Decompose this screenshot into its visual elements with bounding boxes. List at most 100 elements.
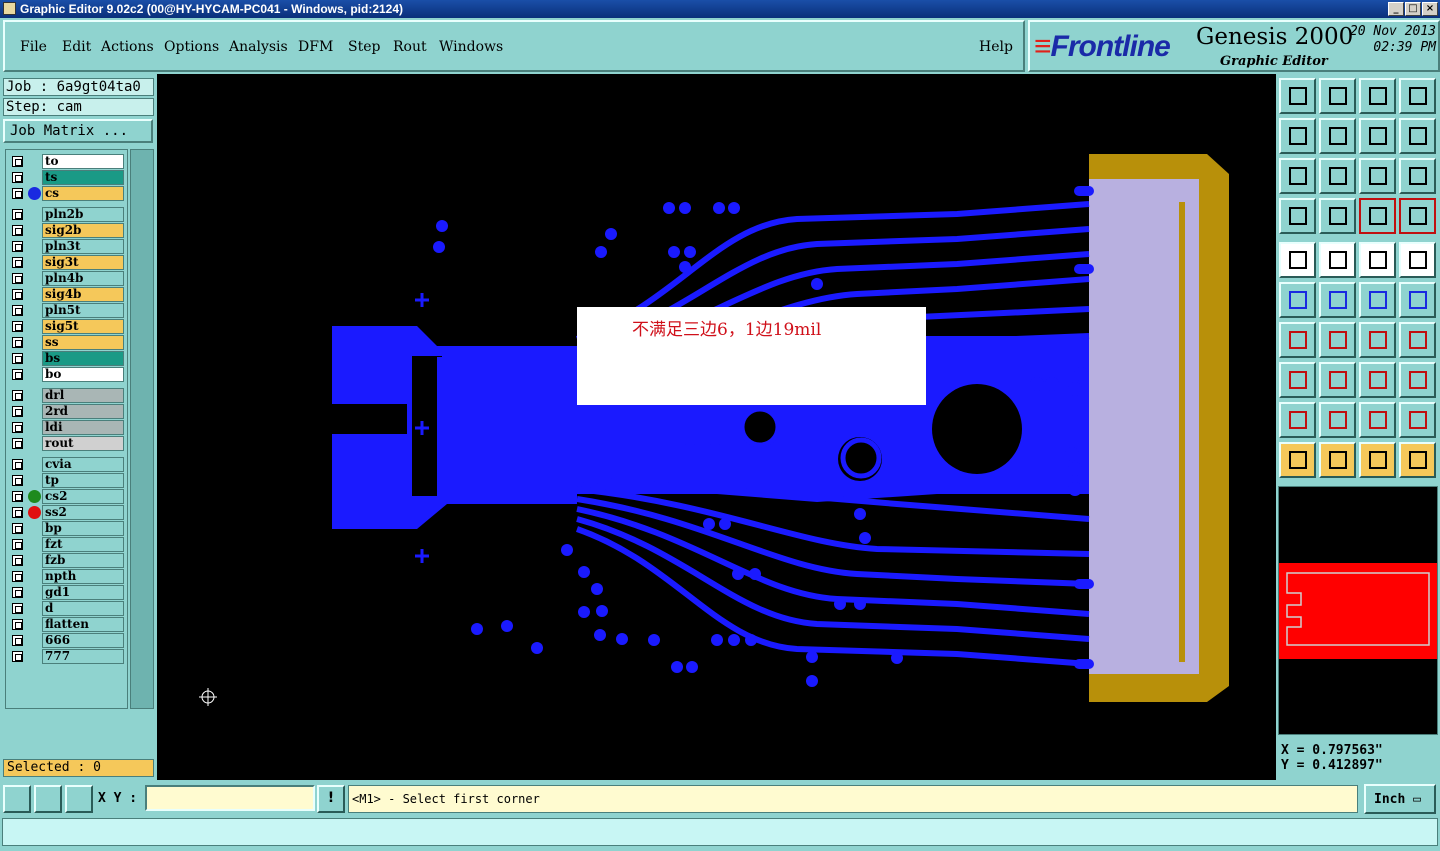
layer-row-flatten[interactable]: flatten <box>8 617 127 632</box>
ruler-tool[interactable] <box>1359 242 1396 278</box>
layer-row-pln3t[interactable]: pln3t <box>8 239 127 254</box>
layer-row-npth[interactable]: npth <box>8 569 127 584</box>
close-button[interactable]: × <box>1422 2 1438 16</box>
copy-tool[interactable] <box>1399 282 1436 318</box>
stretch-tool[interactable] <box>1279 362 1316 398</box>
layer-row-666[interactable]: 666 <box>8 633 127 648</box>
tools-tool[interactable] <box>1279 198 1316 234</box>
layer-row-cs[interactable]: cs <box>8 186 127 201</box>
layer-row-ldi[interactable]: ldi <box>8 420 127 435</box>
select-net-tool[interactable] <box>1399 442 1436 478</box>
pan-left-tool[interactable] <box>1279 118 1316 154</box>
triangle-tool[interactable] <box>1279 402 1316 438</box>
layer-red-tool[interactable] <box>1399 198 1436 234</box>
layer-row-bp[interactable]: bp <box>8 521 127 536</box>
undo-view-tool[interactable] <box>1359 118 1396 154</box>
layer-checkbox[interactable] <box>12 225 23 236</box>
menu-file[interactable]: File <box>20 39 47 55</box>
layer-checkbox[interactable] <box>12 539 23 550</box>
layer-checkbox[interactable] <box>12 172 23 183</box>
layer-checkbox[interactable] <box>12 257 23 268</box>
menu-help[interactable]: Help <box>979 39 1013 55</box>
layer-row-fzt[interactable]: fzt <box>8 537 127 552</box>
menu-dfm[interactable]: DFM <box>298 39 333 55</box>
grid-tool[interactable] <box>1319 198 1356 234</box>
select-tool[interactable] <box>1319 442 1356 478</box>
help-tool[interactable] <box>1399 158 1436 194</box>
layer-row-tp[interactable]: tp <box>8 473 127 488</box>
zoom-home-tool[interactable] <box>1279 78 1316 114</box>
layer-checkbox[interactable] <box>12 459 23 470</box>
layer-checkbox[interactable] <box>12 619 23 630</box>
select-box-tool[interactable] <box>1359 442 1396 478</box>
menu-options[interactable]: Options <box>164 39 219 55</box>
layer-checkbox[interactable] <box>12 571 23 582</box>
menu-rout[interactable]: Rout <box>393 39 427 55</box>
layer-row-d[interactable]: d <box>8 601 127 616</box>
layer-checkbox[interactable] <box>12 241 23 252</box>
graphic-canvas[interactable]: 不满足三边6，1边19mil <box>157 74 1276 780</box>
job-matrix-button[interactable]: Job Matrix ... <box>3 119 153 143</box>
line-tool[interactable] <box>1319 322 1356 358</box>
layer-row-fzb[interactable]: fzb <box>8 553 127 568</box>
layer-checkbox[interactable] <box>12 491 23 502</box>
maximize-button[interactable]: □ <box>1405 2 1421 16</box>
node-tool[interactable] <box>1279 282 1316 318</box>
layer-checkbox[interactable] <box>12 337 23 348</box>
layer-row-2rd[interactable]: 2rd <box>8 404 127 419</box>
overview-map[interactable] <box>1278 486 1438 735</box>
resize-tool[interactable] <box>1359 362 1396 398</box>
zoom-fit-tool[interactable] <box>1399 78 1436 114</box>
layer-checkbox[interactable] <box>12 422 23 433</box>
layer-row-sig5t[interactable]: sig5t <box>8 319 127 334</box>
mirror-tool[interactable] <box>1399 322 1436 358</box>
fill-tool[interactable] <box>1399 362 1436 398</box>
layer-checkbox[interactable] <box>12 289 23 300</box>
pointer-tool[interactable] <box>1279 442 1316 478</box>
layer-row-drl[interactable]: drl <box>8 388 127 403</box>
pan-right-tool[interactable] <box>1319 118 1356 154</box>
layer-row-ss2[interactable]: ss2 <box>8 505 127 520</box>
layer-checkbox[interactable] <box>12 651 23 662</box>
layer-checkbox[interactable] <box>12 475 23 486</box>
layer-row-777[interactable]: 777 <box>8 649 127 664</box>
minimize-button[interactable]: _ <box>1388 2 1404 16</box>
layer-checkbox[interactable] <box>12 273 23 284</box>
layer-row-cs2[interactable]: cs2 <box>8 489 127 504</box>
layer-scrollbar[interactable] <box>130 149 154 709</box>
layer-row-bo[interactable]: bo <box>8 367 127 382</box>
layer-checkbox[interactable] <box>12 603 23 614</box>
zoom-window-button[interactable] <box>3 785 31 813</box>
layer-checkbox[interactable] <box>12 438 23 449</box>
menu-analysis[interactable]: Analysis <box>229 39 288 55</box>
grid-button[interactable] <box>65 785 93 813</box>
alert-button[interactable]: ! <box>317 785 345 813</box>
layer-row-sig2b[interactable]: sig2b <box>8 223 127 238</box>
menu-edit[interactable]: Edit <box>62 39 91 55</box>
feature-tool[interactable] <box>1279 242 1316 278</box>
layer-row-rout[interactable]: rout <box>8 436 127 451</box>
layer-checkbox[interactable] <box>12 635 23 646</box>
unit-selector[interactable]: Inch ▭ <box>1364 784 1436 814</box>
arc-tool[interactable] <box>1319 402 1356 438</box>
move-tool[interactable] <box>1359 282 1396 318</box>
layer-row-ts[interactable]: ts <box>8 170 127 185</box>
layer-checkbox[interactable] <box>12 209 23 220</box>
xy-input[interactable] <box>145 785 315 811</box>
layer-row-gd1[interactable]: gd1 <box>8 585 127 600</box>
zoom-extents-tool[interactable] <box>1279 158 1316 194</box>
layer-checkbox[interactable] <box>12 369 23 380</box>
menu-actions[interactable]: Actions <box>101 39 154 55</box>
dash-tool[interactable] <box>1319 362 1356 398</box>
zoom-in-tool[interactable] <box>1319 78 1356 114</box>
layer-checkbox[interactable] <box>12 188 23 199</box>
ratio-tool[interactable] <box>1359 158 1396 194</box>
layer-checkbox[interactable] <box>12 555 23 566</box>
snap-point-tool[interactable] <box>1399 242 1436 278</box>
layer-row-cvia[interactable]: cvia <box>8 457 127 472</box>
layer-checkbox[interactable] <box>12 406 23 417</box>
layer-checkbox[interactable] <box>12 321 23 332</box>
menu-windows[interactable]: Windows <box>439 39 503 55</box>
angle-tool[interactable] <box>1279 322 1316 358</box>
layer-red-tool[interactable] <box>1359 198 1396 234</box>
